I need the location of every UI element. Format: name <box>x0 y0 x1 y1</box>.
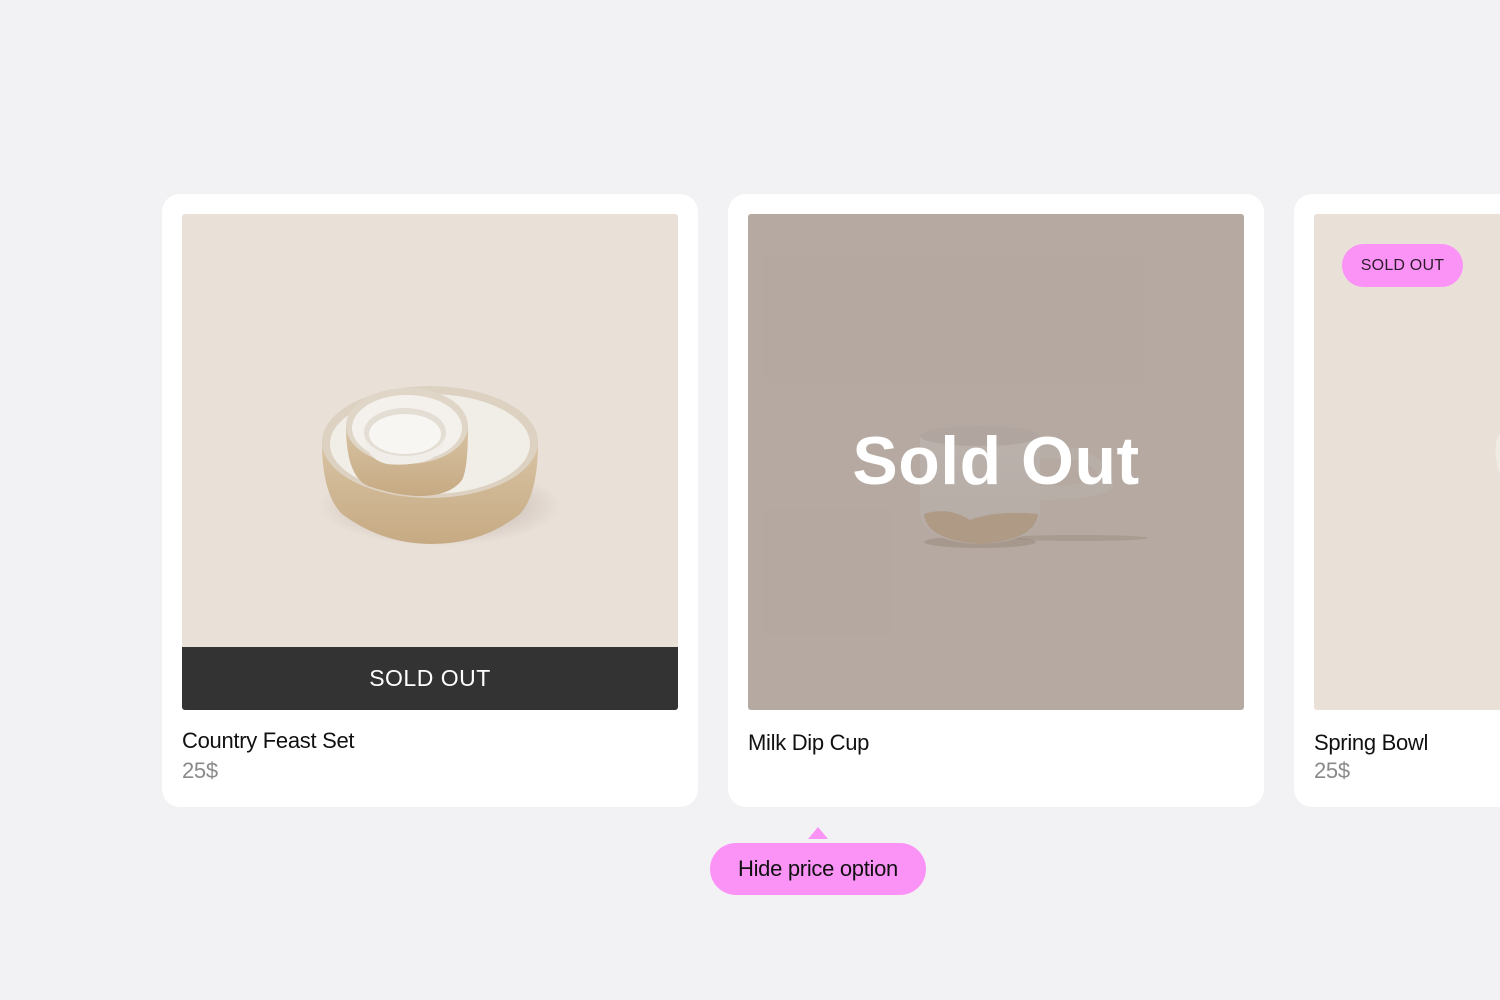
product-card[interactable]: Sold Out Milk Dip Cup <box>728 194 1264 807</box>
product-name[interactable]: Spring Bowl <box>1314 730 1428 756</box>
product-card[interactable]: SOLD OUT Country Feast Set 25$ <box>162 194 698 807</box>
product-image[interactable]: SOLD OUT <box>182 214 678 710</box>
product-card[interactable]: SOLD OUT Spring Bowl 25$ <box>1294 194 1500 807</box>
nested-bowls-icon <box>320 386 560 546</box>
product-name[interactable]: Milk Dip Cup <box>748 730 869 756</box>
tooltip-arrow-icon <box>808 827 828 839</box>
product-price: 25$ <box>1314 758 1350 783</box>
product-price: 25$ <box>182 758 218 783</box>
sold-out-overlay-text: Sold Out <box>852 423 1140 499</box>
product-name[interactable]: Country Feast Set <box>182 728 355 754</box>
product-image[interactable]: SOLD OUT <box>1314 214 1500 710</box>
hide-price-option-tooltip[interactable]: Hide price option <box>710 843 926 895</box>
sold-out-banner: SOLD OUT <box>182 647 678 710</box>
sold-out-badge: SOLD OUT <box>1342 244 1463 287</box>
product-carousel: SOLD OUT Country Feast Set 25$ Sold Out … <box>0 0 1500 1000</box>
bowl-icon <box>1495 434 1500 475</box>
product-image[interactable]: Sold Out <box>748 214 1244 710</box>
